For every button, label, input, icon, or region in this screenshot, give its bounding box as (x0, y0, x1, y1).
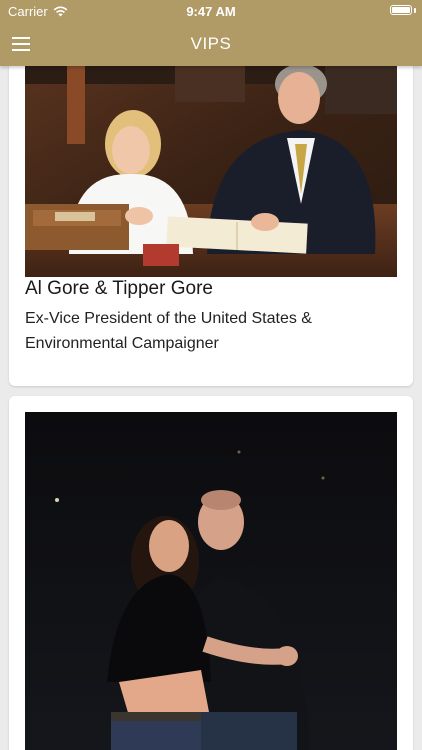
battery-level (392, 7, 410, 13)
vip-photo (25, 412, 397, 750)
status-time: 9:47 AM (186, 4, 236, 19)
navigation-bar: VIPS (0, 22, 422, 66)
vip-name: Al Gore & Tipper Gore (25, 278, 213, 299)
battery-cap (414, 8, 416, 13)
vip-card[interactable] (9, 396, 413, 750)
vip-card[interactable]: Al Gore & Tipper Gore Ex-Vice President … (9, 66, 413, 386)
vip-feed[interactable]: Al Gore & Tipper Gore Ex-Vice President … (0, 66, 422, 750)
vip-description: Ex-Vice President of the United States &… (25, 310, 312, 352)
app-header: Carrier 9:47 AM VIPS (0, 0, 422, 66)
page-title: VIPS (190, 34, 232, 53)
battery-icon (390, 5, 412, 15)
vip-photo (25, 66, 397, 277)
status-bar: Carrier 9:47 AM (0, 0, 422, 22)
